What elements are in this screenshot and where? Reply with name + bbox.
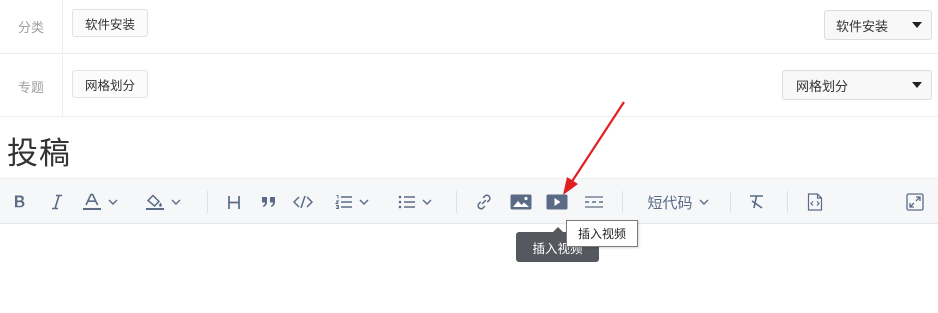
topic-select[interactable]: 网格划分 xyxy=(782,70,932,100)
divider-button[interactable] xyxy=(582,179,606,225)
italic-icon xyxy=(52,194,62,210)
image-button[interactable] xyxy=(509,179,533,225)
link-button[interactable] xyxy=(474,179,494,225)
category-select[interactable]: 软件安装 xyxy=(824,10,932,40)
paint-bucket-icon xyxy=(146,194,164,210)
clear-format-icon xyxy=(750,195,763,209)
bullet-list-icon xyxy=(398,195,415,209)
image-icon xyxy=(510,194,532,210)
category-label: 分类 xyxy=(0,0,63,53)
toolbar-divider xyxy=(730,191,731,213)
category-select-value: 软件安装 xyxy=(836,19,889,35)
italic-button[interactable] xyxy=(47,179,67,225)
chevron-down-icon xyxy=(108,199,118,205)
heading-icon xyxy=(228,195,240,209)
chevron-down-icon xyxy=(699,199,708,205)
fullscreen-icon xyxy=(906,193,924,211)
horizontal-rule-icon xyxy=(585,196,603,208)
insert-video-button[interactable] xyxy=(545,179,569,225)
bold-button[interactable] xyxy=(10,179,30,225)
source-code-button[interactable] xyxy=(805,179,825,225)
topic-label: 专题 xyxy=(0,57,63,116)
quote-button[interactable] xyxy=(259,179,279,225)
category-tag[interactable]: 软件安装 xyxy=(72,9,149,37)
toolbar-divider xyxy=(456,191,457,213)
font-color-button[interactable] xyxy=(78,179,122,225)
chevron-down-icon xyxy=(171,199,181,205)
toolbar-divider xyxy=(207,191,208,213)
insert-video-native-tooltip: 插入视频 xyxy=(566,220,638,247)
video-icon xyxy=(546,194,568,210)
caret-down-icon xyxy=(912,22,922,28)
heading-button[interactable] xyxy=(225,179,243,225)
editor-toolbar: 短代码 xyxy=(0,178,938,224)
link-icon xyxy=(477,194,491,210)
background-color-button[interactable] xyxy=(140,179,186,225)
caret-down-icon xyxy=(912,82,922,88)
editor-content[interactable] xyxy=(0,224,938,313)
ordered-list-icon xyxy=(335,195,352,209)
font-color-icon xyxy=(83,193,101,210)
topic-tag[interactable]: 网格划分 xyxy=(72,70,149,98)
source-file-icon xyxy=(807,193,823,211)
quote-icon xyxy=(262,197,275,207)
clear-format-button[interactable] xyxy=(747,179,767,225)
bold-icon xyxy=(15,195,25,208)
topic-row: 专题 网格划分 网格划分 xyxy=(0,57,938,117)
chevron-down-icon xyxy=(422,199,432,205)
code-icon xyxy=(293,195,313,209)
ordered-list-button[interactable] xyxy=(330,179,374,225)
shortcode-label: 短代码 xyxy=(647,193,693,212)
toolbar-divider xyxy=(622,191,623,213)
fullscreen-button[interactable] xyxy=(904,179,926,225)
bullet-list-button[interactable] xyxy=(393,179,437,225)
topic-select-value: 网格划分 xyxy=(796,79,849,95)
chevron-down-icon xyxy=(359,199,369,205)
toolbar-divider xyxy=(787,191,788,213)
code-button[interactable] xyxy=(292,179,314,225)
category-row: 分类 软件安装 软件安装 xyxy=(0,0,938,54)
shortcode-button[interactable]: 短代码 xyxy=(640,179,716,225)
post-title[interactable]: 投稿 xyxy=(7,128,71,173)
